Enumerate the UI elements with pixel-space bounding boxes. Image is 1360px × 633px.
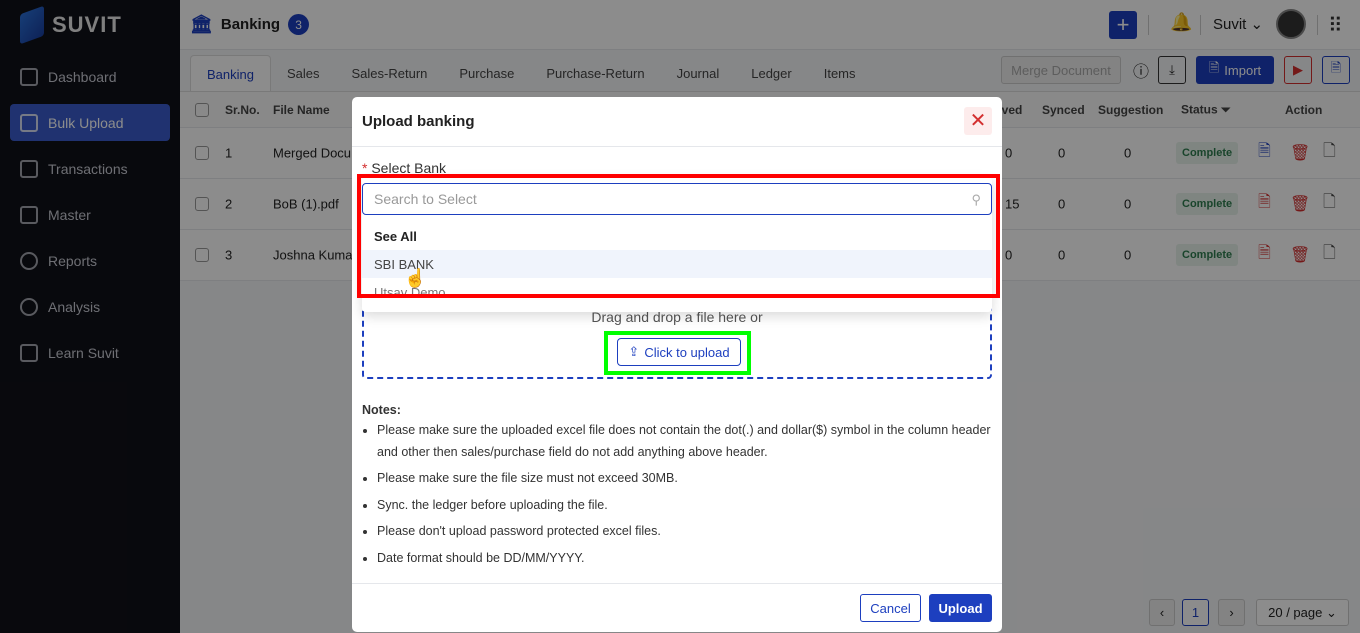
highlight-box-green: [604, 331, 751, 375]
note-item: Please make sure the uploaded excel file…: [377, 420, 992, 463]
note-item: Please don't upload password protected e…: [377, 521, 992, 543]
close-icon[interactable]: ✕: [964, 107, 992, 135]
upload-button[interactable]: Upload: [929, 594, 992, 622]
hand-cursor-icon: ☝: [404, 268, 427, 288]
divider: [352, 146, 1002, 147]
cancel-button[interactable]: Cancel: [860, 594, 921, 622]
notes-title: Notes:: [362, 403, 401, 417]
note-item: Date format should be DD/MM/YYYY.: [377, 548, 992, 570]
notes-list: Please make sure the uploaded excel file…: [377, 420, 992, 569]
notes-section: Notes: Please make sure the uploaded exc…: [362, 403, 992, 574]
note-item: Please make sure the file size must not …: [377, 468, 992, 490]
divider: [352, 583, 1002, 584]
highlight-box-red: [357, 174, 1000, 298]
note-item: Sync. the ledger before uploading the fi…: [377, 495, 992, 517]
modal-title: Upload banking: [362, 113, 475, 130]
